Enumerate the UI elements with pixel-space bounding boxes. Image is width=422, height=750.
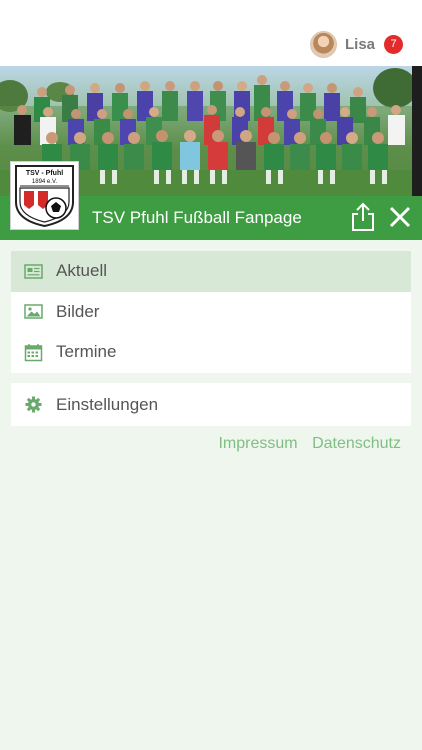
menu-item-termine[interactable]: Termine [11, 332, 411, 373]
menu-label-bilder: Bilder [56, 301, 100, 321]
logo-text-top: TSV - Pfuhl [26, 170, 63, 177]
user-profile[interactable]: Lisa 7 [309, 30, 403, 58]
main-menu: Aktuell Bilder Termine [11, 251, 411, 373]
image-icon [24, 304, 43, 320]
menu-item-bilder[interactable]: Bilder [11, 292, 411, 333]
menu-label-einstellungen: Einstellungen [56, 394, 159, 414]
menu-item-aktuell[interactable]: Aktuell [11, 251, 411, 292]
notification-badge[interactable]: 7 [384, 34, 403, 54]
share-icon[interactable] [350, 202, 376, 232]
club-title: TSV Pfuhl Fußball Fanpage [92, 208, 302, 227]
menu-label-aktuell: Aktuell [56, 261, 108, 281]
calendar-icon [24, 343, 43, 362]
menu-item-einstellungen[interactable]: Einstellungen [11, 383, 411, 426]
menu-label-termine: Termine [56, 342, 117, 362]
footer-links: Impressum Datenschutz [208, 435, 401, 453]
avatar[interactable] [309, 30, 337, 58]
datenschutz-link[interactable]: Datenschutz [312, 435, 401, 452]
newspaper-icon [24, 264, 43, 279]
impressum-link[interactable]: Impressum [218, 435, 297, 452]
settings-menu: Einstellungen [11, 383, 411, 426]
gear-icon [25, 396, 42, 413]
close-icon[interactable] [387, 204, 413, 230]
club-logo: TSV - Pfuhl 1894 e.V. [10, 161, 79, 230]
club-crest-icon: TSV - Pfuhl 1894 e.V. [15, 165, 74, 228]
logo-text-bottom: 1894 e.V. [32, 179, 57, 185]
top-bar: Lisa 7 [0, 0, 422, 66]
username[interactable]: Lisa [345, 36, 375, 53]
